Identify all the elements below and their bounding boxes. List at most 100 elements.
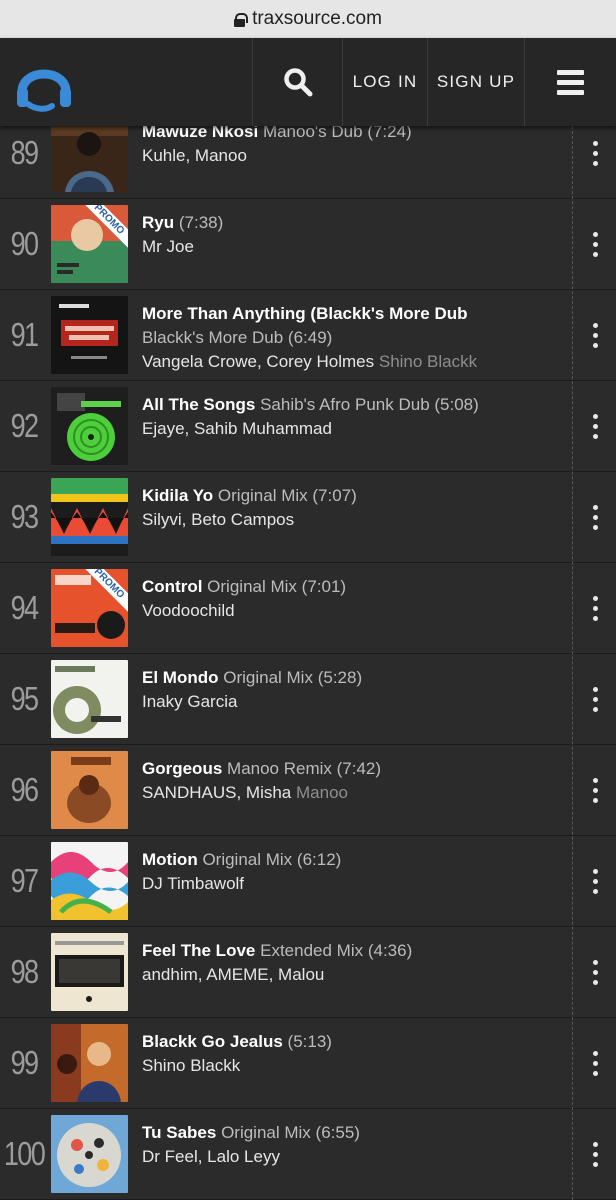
track-artists[interactable]: Mr Joe (142, 237, 194, 256)
kebab-menu-icon[interactable] (586, 927, 604, 1017)
cover-art[interactable] (51, 478, 128, 556)
track-artists[interactable]: DJ Timbawolf (142, 874, 244, 893)
track-mix: Extended Mix (260, 941, 364, 960)
menu-button[interactable] (524, 38, 616, 126)
track-rank: 99 (10, 1044, 39, 1081)
track-length: (7:38) (178, 213, 224, 232)
cover-art[interactable]: PROMO (51, 569, 128, 647)
hamburger-icon (557, 69, 584, 95)
track-artists[interactable]: Inaky Garcia (142, 692, 237, 711)
track-title[interactable]: Tu Sabes (142, 1123, 216, 1142)
lock-icon (234, 13, 249, 27)
track-title[interactable]: More Than Anything (Blackk's More Dub (142, 304, 468, 323)
track-artists[interactable]: Silyvi, Beto Campos (142, 510, 294, 529)
kebab-menu-icon[interactable] (586, 199, 604, 289)
track-artists[interactable]: Vangela Crowe, Corey Holmes (142, 352, 374, 371)
cover-art[interactable] (51, 387, 128, 465)
track-row[interactable]: 99 Blackk Go Jealus (5:13) Shino Blackk (0, 1018, 616, 1109)
cover-art[interactable] (51, 660, 128, 738)
track-info: All The Songs Sahib's Afro Punk Dub (5:0… (142, 393, 562, 441)
track-rank: 94 (10, 589, 39, 626)
kebab-menu-icon[interactable] (586, 563, 604, 653)
track-rank: 93 (10, 498, 39, 535)
track-mix: Blackk's More Dub (142, 328, 284, 347)
track-row[interactable]: 91 More Than Anything (Blackk's More Dub… (0, 290, 616, 381)
track-info: Ryu (7:38) Mr Joe (142, 211, 562, 259)
track-row[interactable]: 93 Kidila Yo Original Mix (7:07) Silyvi,… (0, 472, 616, 563)
track-row[interactable]: 95 El Mondo Original Mix (5:28) Inaky Ga… (0, 654, 616, 745)
track-info: Tu Sabes Original Mix (6:55) Dr Feel, La… (142, 1121, 562, 1169)
track-info: Motion Original Mix (6:12) DJ Timbawolf (142, 848, 562, 896)
track-remixers[interactable]: Shino Blackk (379, 352, 477, 371)
search-button[interactable] (252, 38, 342, 126)
track-mix: Original Mix (207, 577, 297, 596)
track-title[interactable]: Blackk Go Jealus (142, 1032, 283, 1051)
track-list: 89 Mawuze Nkosi Manoo's Dub (7:24) Kuhle… (0, 108, 616, 1200)
track-row[interactable]: 97 Motion Original Mix (6:12) DJ Timbawo… (0, 836, 616, 927)
cover-art[interactable]: PROMO (51, 205, 128, 283)
track-artists[interactable]: SANDHAUS, Misha (142, 783, 291, 802)
track-info: Kidila Yo Original Mix (7:07) Silyvi, Be… (142, 484, 562, 532)
track-row[interactable]: 90 PROMO Ryu (7:38) Mr Joe (0, 199, 616, 290)
track-length: (5:08) (434, 395, 479, 414)
track-row[interactable]: 96 Gorgeous Manoo Remix (7:42) SANDHAUS,… (0, 745, 616, 836)
kebab-menu-icon[interactable] (586, 472, 604, 562)
track-length: (7:42) (336, 759, 382, 778)
cover-art[interactable] (51, 842, 128, 920)
track-rank: 90 (10, 225, 39, 262)
url-text: traxsource.com (252, 8, 382, 29)
track-row[interactable]: 92 All The Songs Sahib's Afro Punk Dub (… (0, 381, 616, 472)
track-artists[interactable]: andhim, AMEME, Malou (142, 965, 324, 984)
column-divider (572, 126, 573, 1200)
kebab-menu-icon[interactable] (586, 381, 604, 471)
cover-art[interactable] (51, 1024, 128, 1102)
track-rank: 98 (10, 953, 39, 990)
login-link[interactable]: LOG IN (342, 38, 427, 126)
search-icon (283, 68, 312, 97)
cover-art[interactable] (51, 1115, 128, 1193)
track-row[interactable]: 100 Tu Sabes Original Mix (6:55) Dr Feel… (0, 1109, 616, 1200)
track-title[interactable]: Kidila Yo (142, 486, 213, 505)
track-title[interactable]: Gorgeous (142, 759, 222, 778)
track-mix: Original Mix (223, 668, 313, 687)
track-info: El Mondo Original Mix (5:28) Inaky Garci… (142, 666, 562, 714)
track-rank: 92 (10, 407, 39, 444)
track-row[interactable]: 98 Feel The Love Extended Mix (4:36) and… (0, 927, 616, 1018)
track-mix: Sahib's Afro Punk Dub (260, 395, 430, 414)
kebab-menu-icon[interactable] (586, 1109, 604, 1199)
track-info: Control Original Mix (7:01) Voodoochild (142, 575, 562, 623)
track-rank: 100 (3, 1135, 46, 1172)
cover-art[interactable] (51, 933, 128, 1011)
track-row[interactable]: 94 PROMO Control Original Mix (7:01) Voo… (0, 563, 616, 654)
browser-url-bar[interactable]: traxsource.com (0, 0, 616, 38)
track-title[interactable]: Motion (142, 850, 198, 869)
track-artists[interactable]: Ejaye, Sahib Muhammad (142, 419, 332, 438)
kebab-menu-icon[interactable] (586, 1018, 604, 1108)
track-length: (5:28) (317, 668, 363, 687)
track-title[interactable]: El Mondo (142, 668, 218, 687)
track-title[interactable]: Feel The Love (142, 941, 255, 960)
track-length: (6:55) (315, 1123, 360, 1142)
cover-art[interactable] (51, 751, 128, 829)
track-title[interactable]: All The Songs (142, 395, 255, 414)
track-title[interactable]: Ryu (142, 213, 174, 232)
kebab-menu-icon[interactable] (586, 745, 604, 835)
kebab-menu-icon[interactable] (586, 290, 604, 380)
track-artists[interactable]: Shino Blackk (142, 1056, 240, 1075)
track-artists[interactable]: Dr Feel, Lalo Leyy (142, 1147, 280, 1166)
track-length: (7:07) (312, 486, 357, 505)
cover-art[interactable] (51, 296, 128, 374)
track-remixers[interactable]: Manoo (296, 783, 348, 802)
track-artists[interactable]: Voodoochild (142, 601, 235, 620)
track-artists[interactable]: Kuhle, Manoo (142, 146, 247, 165)
track-length: (6:49) (287, 328, 333, 347)
top-navigation: LOG IN SIGN UP (0, 38, 616, 126)
kebab-menu-icon[interactable] (586, 654, 604, 744)
headphones-icon (17, 69, 71, 112)
track-length: (6:12) (296, 850, 342, 869)
signup-link[interactable]: SIGN UP (427, 38, 524, 126)
track-info: More Than Anything (Blackk's More Dub Bl… (142, 302, 562, 374)
track-title[interactable]: Control (142, 577, 202, 596)
logo[interactable] (0, 38, 252, 126)
kebab-menu-icon[interactable] (586, 836, 604, 926)
